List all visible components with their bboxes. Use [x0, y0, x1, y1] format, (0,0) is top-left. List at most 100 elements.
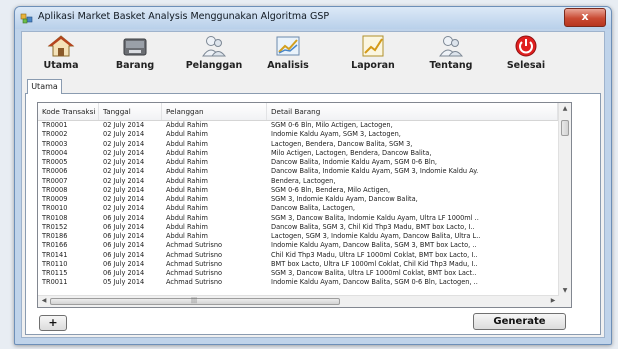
about-users-icon — [439, 36, 464, 57]
cell-kode: TR0001 — [42, 121, 68, 129]
cell-tanggal: 02 July 2014 — [103, 139, 145, 148]
table-row[interactable]: TR0009 02 July 2014 Abdul Rahim SGM 3, Indo… — [38, 195, 558, 204]
table-row[interactable]: TR0008 02 July 2014 Abdul Rahim SGM 0-6 Bln… — [38, 186, 558, 195]
cell-pelanggan: Abdul Rahim — [166, 148, 208, 157]
table-row[interactable]: TR0010 02 July 2014 Abdul Rahim Dancow Bali… — [38, 204, 558, 213]
cell-kode: TR0108 — [42, 213, 68, 222]
cell-detail: Chil Kid Thp3 Madu, Ultra LF 1000ml Cokl… — [271, 250, 478, 259]
toolbar-item-laporan[interactable]: Laporan — [338, 34, 408, 78]
table-row[interactable]: TR0001 02 July 2014 Abdul Rahim SGM 0-6 Bln… — [38, 121, 558, 130]
cell-pelanggan: Abdul Rahim — [166, 176, 208, 185]
add-button[interactable]: + — [39, 315, 67, 331]
toolbar-label-tentang: Tentang — [429, 60, 473, 71]
toolbar-label-analisis: Analisis — [267, 60, 309, 71]
toolbar-item-analisis[interactable]: Analisis — [253, 34, 323, 78]
table-row[interactable]: TR0108 06 July 2014 Abdul Rahim SGM 3, Danc… — [38, 214, 558, 223]
cell-detail: Lactogen, Bendera, Dancow Balita, SGM 3, — [271, 139, 413, 148]
toolbar-item-utama[interactable]: Utama — [26, 34, 96, 78]
cell-detail: Dancow Balita, Indomie Kaldu Ayam, SGM 3… — [271, 167, 479, 176]
cell-tanggal: 06 July 2014 — [103, 250, 145, 259]
cell-tanggal: 02 July 2014 — [103, 158, 145, 166]
horizontal-scroll-thumb[interactable]: ||| — [50, 297, 340, 305]
toolbar-item-pelanggan[interactable]: Pelanggan — [179, 34, 249, 78]
generate-button[interactable]: Generate — [473, 313, 566, 330]
toolbar-item-tentang[interactable]: Tentang — [416, 34, 486, 78]
cell-pelanggan: Achmad Sutrisno — [166, 250, 223, 259]
table-row[interactable]: TR0115 06 July 2014 Achmad Sutrisno SGM 3, … — [38, 269, 558, 278]
vertical-scrollbar[interactable]: ▲ ▼ — [558, 103, 571, 296]
cell-detail: Dancow Balita, Lactogen, — [271, 204, 355, 213]
toolbar-label-selesai: Selesai — [506, 60, 546, 71]
toolbar-label-laporan: Laporan — [351, 60, 395, 71]
cell-pelanggan: Achmad Sutrisno — [166, 278, 223, 287]
cell-pelanggan: Abdul Rahim — [166, 204, 208, 213]
cell-detail: SGM 0-6 Bln, Bendera, Milo Actigen, — [271, 185, 391, 194]
table-row[interactable]: TR0186 06 July 2014 Abdul Rahim Lactogen, S… — [38, 232, 558, 241]
column-header-kode[interactable]: Kode Transaksi — [38, 103, 99, 120]
cell-detail: SGM 3, Dancow Balita, Ultra LF 1000ml Co… — [271, 269, 477, 277]
cell-detail: SGM 0-6 Bln, Milo Actigen, Lactogen, — [271, 121, 393, 129]
table-row[interactable]: TR0007 02 July 2014 Abdul Rahim Bendera, La… — [38, 177, 558, 186]
home-icon — [47, 35, 75, 57]
table-row[interactable]: TR0005 02 July 2014 Abdul Rahim Dancow Bali… — [38, 158, 558, 167]
table-row[interactable]: TR0004 02 July 2014 Abdul Rahim Milo Actige… — [38, 149, 558, 158]
table-row[interactable]: TR0011 05 July 2014 Achmad Sutrisno Indomie… — [38, 278, 558, 287]
close-button[interactable]: x — [564, 8, 606, 27]
scroll-down-icon[interactable]: ▼ — [561, 287, 569, 295]
cell-detail: Lactogen, SGM 3, Indomie Kaldu Ayam, Dan… — [271, 232, 481, 240]
cell-pelanggan: Abdul Rahim — [166, 222, 208, 231]
table-row[interactable]: TR0006 02 July 2014 Abdul Rahim Dancow Bali… — [38, 167, 558, 176]
cell-pelanggan: Abdul Rahim — [166, 167, 208, 176]
cell-kode: TR0009 — [42, 195, 68, 203]
cell-pelanggan: Abdul Rahim — [166, 232, 208, 240]
cell-kode: TR0152 — [42, 222, 68, 231]
transaction-grid[interactable]: Kode Transaksi Tanggal Pelanggan Detail … — [37, 102, 572, 308]
table-row[interactable]: TR0110 06 July 2014 Achmad Sutrisno BMT box… — [38, 260, 558, 269]
cell-kode: TR0004 — [42, 148, 68, 157]
table-row[interactable]: TR0002 02 July 2014 Abdul Rahim Indomie Kal… — [38, 130, 558, 139]
box-icon — [123, 38, 147, 56]
scroll-right-icon[interactable]: ▶ — [549, 297, 557, 305]
cell-pelanggan: Achmad Sutrisno — [166, 259, 223, 268]
cell-kode: TR0166 — [42, 241, 68, 250]
cell-pelanggan: Abdul Rahim — [166, 130, 208, 139]
toolbar-label-barang: Barang — [115, 60, 155, 71]
cell-tanggal: 02 July 2014 — [103, 167, 145, 176]
cell-kode: TR0011 — [42, 278, 68, 287]
cell-kode: TR0110 — [42, 259, 68, 268]
tab-utama[interactable]: Utama — [27, 79, 62, 94]
column-header-tanggal[interactable]: Tanggal — [99, 103, 162, 120]
chart-icon — [276, 36, 300, 56]
horizontal-scrollbar[interactable]: ◀ ||| ▶ — [38, 295, 559, 307]
cell-tanggal: 02 July 2014 — [103, 121, 145, 129]
cell-kode: TR0005 — [42, 158, 68, 166]
cell-detail: Indomie Kaldu Ayam, Dancow Balita, SGM 0… — [271, 278, 478, 287]
table-row[interactable]: TR0152 06 July 2014 Abdul Rahim Dancow Bali… — [38, 223, 558, 232]
cell-kode: TR0186 — [42, 232, 68, 240]
cell-tanggal: 05 July 2014 — [103, 278, 145, 287]
cell-tanggal: 06 July 2014 — [103, 241, 145, 250]
toolbar-item-selesai[interactable]: Selesai — [491, 34, 561, 78]
app-icon — [20, 13, 33, 24]
table-row[interactable]: TR0141 06 July 2014 Achmad Sutrisno Chil Ki… — [38, 251, 558, 260]
cell-pelanggan: Abdul Rahim — [166, 139, 208, 148]
toolbar-label-pelanggan: Pelanggan — [185, 60, 243, 71]
table-row[interactable]: TR0003 02 July 2014 Abdul Rahim Lactogen, B… — [38, 140, 558, 149]
tab-panel: Kode Transaksi Tanggal Pelanggan Detail … — [25, 93, 601, 335]
cell-detail: SGM 3, Dancow Balita, Indomie Kaldu Ayam… — [271, 213, 479, 222]
cell-pelanggan: Achmad Sutrisno — [166, 241, 223, 250]
scroll-grip-icon: ||| — [191, 297, 198, 304]
cell-tanggal: 06 July 2014 — [103, 269, 145, 277]
vertical-scroll-thumb[interactable] — [561, 120, 569, 136]
table-row[interactable]: TR0166 06 July 2014 Achmad Sutrisno Indomie… — [38, 241, 558, 250]
column-header-detail[interactable]: Detail Barang — [267, 103, 558, 120]
cell-tanggal: 02 July 2014 — [103, 204, 145, 213]
title-bar[interactable]: Aplikasi Market Basket Analysis Mengguna… — [15, 7, 611, 29]
column-header-pelanggan[interactable]: Pelanggan — [162, 103, 267, 120]
app-window: Aplikasi Market Basket Analysis Mengguna… — [14, 6, 612, 345]
toolbar-item-barang[interactable]: Barang — [100, 34, 170, 78]
scroll-up-icon[interactable]: ▲ — [561, 105, 569, 113]
cell-kode: TR0008 — [42, 185, 68, 194]
scroll-left-icon[interactable]: ◀ — [40, 297, 48, 305]
toolbar: Utama Barang Pelanggan Analisis Laporan … — [22, 32, 604, 78]
